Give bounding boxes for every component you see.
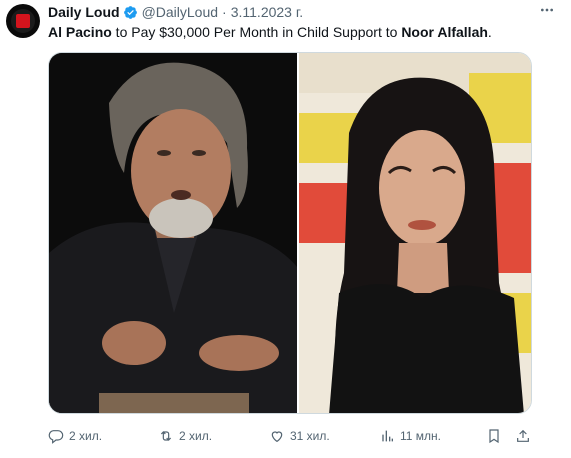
reply-count: 2 хил. [69,429,103,443]
share-button[interactable] [515,428,531,444]
photo-left[interactable] [49,53,297,413]
avatar[interactable] [6,4,40,38]
reply-button[interactable]: 2 хил. [48,428,102,444]
tweet-text: Al Pacino to Pay $30,000 Per Month in Ch… [48,24,492,40]
like-icon [271,431,283,443]
like-button[interactable]: 31 хил. [269,428,330,444]
views-button[interactable]: 11 млн. [379,428,441,444]
repost-button[interactable]: 2 хил. [158,428,212,444]
views-count: 11 млн. [400,429,442,443]
photo-right[interactable] [296,53,531,413]
avatar-logo [11,9,35,33]
verified-icon [123,5,137,19]
timestamp[interactable]: 3.11.2023 г. [231,4,303,20]
separator: · [222,4,227,20]
repost-count: 2 хил. [179,429,213,443]
views-icon [382,430,393,442]
handle[interactable]: @DailyLoud [142,4,218,20]
share-icon [517,429,529,442]
bookmark-button[interactable] [486,428,502,444]
tweet[interactable]: Daily Loud @DailyLoud · 3.11.2023 г. Al … [0,0,571,458]
display-name[interactable]: Daily Loud [48,4,120,20]
mention-al-pacino: Al Pacino [48,24,112,40]
action-bar: 2 хил. 2 хил. 31 хил. 11 млн. [48,426,532,446]
mention-noor-alfallah: Noor Alfallah [401,24,488,40]
repost-icon [160,431,172,441]
bookmark-icon [489,429,499,444]
media[interactable] [48,52,532,414]
like-count: 31 хил. [290,429,330,443]
reply-icon [48,430,64,444]
more-icon[interactable] [539,2,555,22]
tweet-header: Daily Loud @DailyLoud · 3.11.2023 г. [48,3,303,21]
